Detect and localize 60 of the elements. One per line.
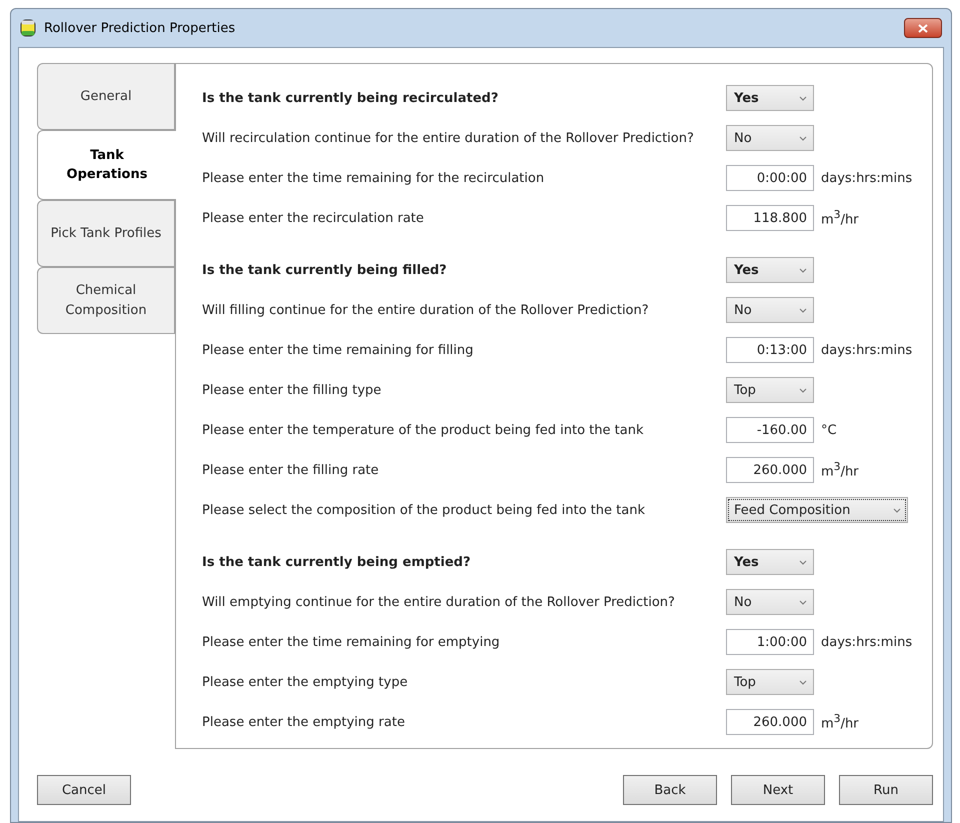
close-button[interactable] (904, 18, 942, 38)
unit-label: days:hrs:mins (821, 634, 912, 650)
caret-icon (799, 560, 807, 564)
dropdown[interactable]: Top (726, 377, 814, 403)
input-field[interactable]: 1:00:00 (726, 629, 814, 655)
dropdown[interactable]: No (726, 125, 814, 151)
caret-icon (799, 600, 807, 604)
unit-label: m$^{3}$/hr (821, 460, 859, 480)
field-label: Please enter the time remaining for filling (202, 342, 474, 358)
dialog-button[interactable]: Run (839, 775, 933, 805)
tab[interactable]: Tank Operations (37, 130, 176, 200)
question-label: Is the tank currently being emptied? (202, 554, 472, 570)
question-label: Is the tank currently being filled? (202, 262, 448, 278)
tab[interactable]: General (37, 63, 175, 130)
field-label: Please enter the emptying type (202, 674, 409, 690)
dropdown[interactable]: Yes (726, 549, 814, 575)
unit-label: days:hrs:mins (821, 170, 912, 186)
field-label: Will filling continue for the entire duration of the Rollover Prediction? (202, 302, 650, 318)
field-label: Please enter the filling type (202, 382, 382, 398)
field-label: Please enter the time remaining for emptying (202, 634, 501, 650)
caret-icon (893, 508, 901, 512)
caret-icon (799, 388, 807, 392)
input-field[interactable]: 0:00:00 (726, 165, 814, 191)
caret-icon (799, 680, 807, 684)
tab[interactable]: Pick Tank Profiles (37, 200, 175, 267)
input-field[interactable]: 260.000 (726, 457, 814, 483)
question-label: Is the tank currently being recirculated? (202, 90, 500, 106)
dropdown[interactable]: Yes (726, 85, 814, 111)
tank-icon (20, 19, 36, 37)
input-field[interactable]: 260.000 (726, 709, 814, 735)
caret-icon (799, 136, 807, 140)
field-label: Please enter the temperature of the product being fed into the tank (202, 422, 644, 438)
input-field[interactable]: -160.00 (726, 417, 814, 443)
field-label: Please enter the filling rate (202, 462, 380, 478)
field-label: Please enter the emptying rate (202, 714, 406, 730)
dropdown[interactable]: No (726, 297, 814, 323)
window-title: Rollover Prediction Properties (44, 20, 236, 36)
tab[interactable]: Chemical Composition (37, 267, 175, 334)
input-field[interactable]: 118.800 (726, 205, 814, 231)
cancel-button[interactable]: Cancel (37, 775, 131, 805)
unit-label: m$^{3}$/hr (821, 712, 859, 732)
field-label: Will recirculation continue for the entire duration of the Rollover Prediction? (202, 130, 695, 146)
unit-label: °C (821, 422, 837, 438)
dialog-button[interactable]: Next (731, 775, 825, 805)
field-label: Please enter the recirculation rate (202, 210, 425, 226)
input-field[interactable]: 0:13:00 (726, 337, 814, 363)
caret-icon (799, 96, 807, 100)
field-label: Will emptying continue for the entire duration of the Rollover Prediction? (202, 594, 676, 610)
field-label: Please enter the time remaining for the recirculation (202, 170, 546, 186)
caret-icon (799, 268, 807, 272)
dropdown[interactable]: Feed Composition (726, 497, 908, 523)
field-label: Please select the composition of the product being fed into the tank (202, 502, 646, 518)
caret-icon (799, 308, 807, 312)
unit-label: days:hrs:mins (821, 342, 912, 358)
unit-label: m$^{3}$/hr (821, 208, 859, 228)
dropdown[interactable]: No (726, 589, 814, 615)
close-icon (918, 24, 928, 32)
dialog-button[interactable]: Back (623, 775, 717, 805)
dropdown[interactable]: Yes (726, 257, 814, 283)
dropdown[interactable]: Top (726, 669, 814, 695)
